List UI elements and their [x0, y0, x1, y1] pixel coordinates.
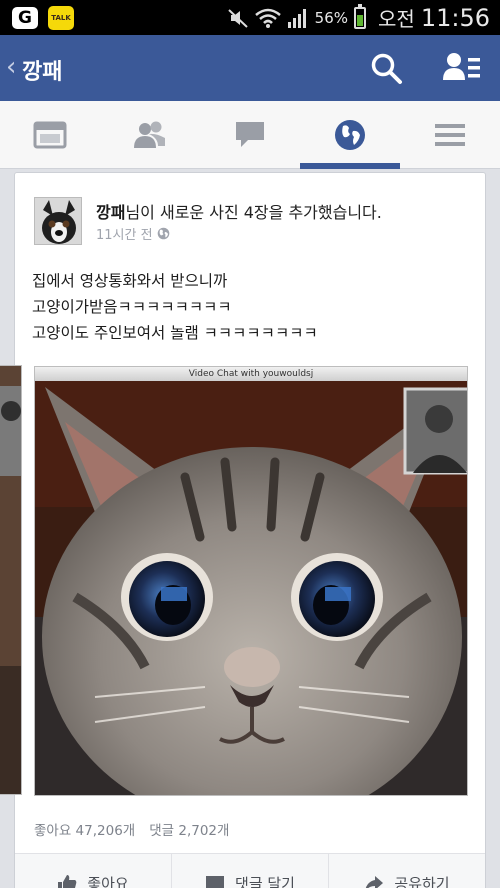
battery-icon	[354, 3, 367, 29]
comment-label: 댓글 달기	[235, 875, 295, 888]
chevron-left-icon[interactable]: ‹	[6, 52, 16, 82]
previous-photo-image	[0, 366, 21, 794]
clock-ampm: 오전	[378, 7, 415, 31]
post-text-line: 고양이도 주인보여서 놀램 ㅋㅋㅋㅋㅋㅋㅋㅋ	[32, 324, 318, 342]
menu-icon	[435, 124, 465, 146]
page-title[interactable]: 깡패	[22, 54, 62, 86]
photo-caption: Video Chat with youwouldsj	[35, 367, 467, 381]
friend-requests-icon[interactable]	[442, 50, 482, 86]
post-text-line: 집에서 영상통화와서 받으니까	[32, 272, 228, 290]
post-text-line: 고양이가받음ㅋㅋㅋㅋㅋㅋㅋㅋ	[32, 298, 232, 316]
active-tab-indicator	[300, 163, 400, 169]
tab-news-feed[interactable]	[0, 101, 100, 169]
wifi-icon	[254, 8, 281, 28]
search-icon[interactable]	[368, 50, 404, 86]
like-label: 좋아요	[87, 875, 129, 888]
like-button[interactable]: 좋아요	[15, 854, 172, 888]
post-text: 집에서 영상통화와서 받으니까고양이가받음ㅋㅋㅋㅋㅋㅋㅋㅋ 고양이도 주인보여서 …	[32, 268, 318, 346]
previous-photo-peek[interactable]	[0, 365, 22, 795]
dog-avatar-image	[35, 198, 81, 244]
globe-notifications-icon	[335, 120, 365, 150]
comment-count[interactable]: 댓글 2,702개	[149, 819, 229, 839]
tab-friends[interactable]	[100, 101, 200, 169]
kakaotalk-icon: TALK	[48, 6, 74, 30]
share-icon	[366, 875, 384, 888]
like-count[interactable]: 좋아요 47,206개	[34, 819, 135, 839]
tab-notifications[interactable]	[300, 101, 400, 169]
tab-messages[interactable]	[200, 101, 300, 169]
news-feed-icon	[33, 121, 67, 149]
status-bar: G TALK 56% 오전 11:56	[0, 0, 500, 35]
globe-icon	[157, 227, 169, 240]
post-meta: 11시간 전	[96, 224, 170, 243]
cat-video-chat-image	[35, 367, 467, 795]
signal-icon	[287, 8, 306, 28]
author-name[interactable]: 깡패	[96, 203, 125, 222]
post-action-text: 님이 새로운 사진 4장을 추가했습니다.	[125, 203, 382, 222]
share-label: 공유하기	[394, 875, 450, 888]
tab-bar	[0, 101, 500, 169]
tab-more[interactable]	[400, 101, 500, 169]
action-bar: 좋아요 댓글 달기 공유하기	[15, 853, 485, 888]
comment-icon	[206, 875, 225, 888]
app-header: ‹ 깡패	[0, 35, 500, 101]
carrier-g-icon: G	[12, 7, 38, 29]
post-time[interactable]: 11시간 전	[96, 224, 153, 243]
battery-percent: 56%	[314, 8, 349, 27]
comment-button[interactable]: 댓글 달기	[172, 854, 329, 888]
share-button[interactable]: 공유하기	[329, 854, 485, 888]
clock-time: 11:56	[420, 3, 490, 32]
friends-icon	[134, 121, 165, 148]
post-photo[interactable]: Video Chat with youwouldsj	[34, 366, 468, 796]
post-card: 깡패님이 새로운 사진 4장을 추가했습니다. 11시간 전 집에서 영상통화와…	[14, 172, 486, 888]
avatar[interactable]	[34, 197, 82, 245]
post-headline: 깡패님이 새로운 사진 4장을 추가했습니다.	[96, 199, 382, 223]
thumbs-up-icon	[58, 874, 77, 888]
post-stats: 좋아요 47,206개 댓글 2,702개	[34, 819, 229, 839]
status-right: 56% 오전 11:56	[227, 0, 490, 35]
mute-icon	[227, 8, 248, 28]
messages-icon	[236, 122, 264, 147]
